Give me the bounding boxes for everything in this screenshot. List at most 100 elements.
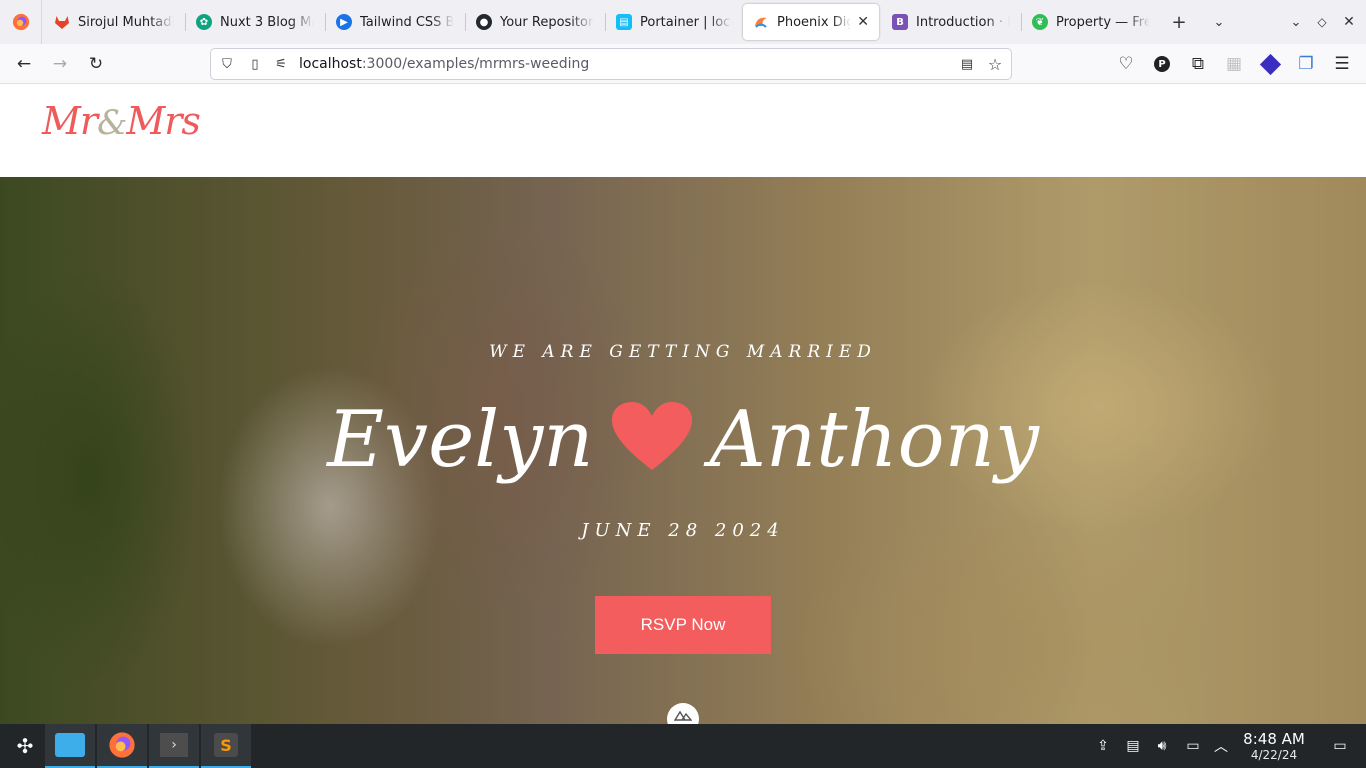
logo-ampersand: & <box>97 103 127 143</box>
taskbar-firefox[interactable] <box>97 724 147 768</box>
reload-icon: ↻ <box>88 54 104 74</box>
extension-copy-button[interactable]: ❐ <box>1292 50 1320 78</box>
shield-icon[interactable]: ⛉ <box>219 56 235 72</box>
close-tab-icon[interactable]: ✕ <box>851 14 869 30</box>
extension-layers-button[interactable] <box>1256 50 1284 78</box>
extension-grid-button[interactable]: ▦ <box>1220 50 1248 78</box>
taskbar: ✣ › S ⇪ ▤ 🔊︎ ▭ ︿ 8:48 AM 4/22/24 ▭ <box>0 724 1366 768</box>
show-desktop-icon[interactable]: ▭ <box>1331 737 1349 755</box>
puzzle-icon: ⧉ <box>1191 54 1205 74</box>
wedding-date: JUNE 28 2024 <box>581 520 785 541</box>
updates-icon[interactable]: ⇪ <box>1094 737 1112 755</box>
clipboard-icon[interactable]: ▤ <box>1124 737 1142 755</box>
reader-view-icon[interactable]: ▤ <box>959 56 975 72</box>
tab-title: Your Repositori <box>500 14 594 30</box>
extension-p-button[interactable]: P <box>1148 50 1176 78</box>
tab-title: Portainer | loca <box>640 14 732 30</box>
layers-icon <box>1259 53 1281 75</box>
permissions-icon[interactable]: ⚟ <box>273 56 289 72</box>
tab-title: Property — Fre <box>1056 14 1150 30</box>
maximize-icon: ◇ <box>1317 15 1327 29</box>
groom-name: Anthony <box>709 395 1039 485</box>
application-launcher[interactable]: ✣ <box>0 724 50 768</box>
terminal-icon: › <box>160 733 188 757</box>
grid-icon: ▦ <box>1225 54 1243 74</box>
tab-title: Introduction · B <box>916 14 1010 30</box>
tab-chatgpt[interactable]: ✿ Nuxt 3 Blog Ma <box>186 4 324 40</box>
tray-expand-icon[interactable]: ︿ <box>1212 737 1230 755</box>
url-host: localhost <box>299 56 362 72</box>
url-text[interactable]: localhost:3000/examples/mrmrs-weeding <box>299 56 589 72</box>
window-minimize-button[interactable]: ⌄ <box>1282 8 1310 36</box>
reload-button[interactable]: ↻ <box>82 50 110 78</box>
bootstrap-icon: B <box>892 14 908 30</box>
leaf-icon: ❦ <box>1032 14 1048 30</box>
tab-strip: Sirojul Muhtadi ✿ Nuxt 3 Blog Ma ▶ Tailw… <box>0 0 1366 44</box>
folder-icon <box>55 733 85 757</box>
taskbar-terminal[interactable]: › <box>149 724 199 768</box>
taskbar-sublime[interactable]: S <box>201 724 251 768</box>
extensions-button[interactable]: ⧉ <box>1184 50 1212 78</box>
clock-date: 4/22/24 <box>1250 748 1298 762</box>
tab-title: Sirojul Muhtadi <box>78 14 174 30</box>
clock[interactable]: 8:48 AM 4/22/24 <box>1236 730 1312 762</box>
firefox-icon <box>12 13 29 31</box>
window-close-button[interactable]: ✕ <box>1335 8 1363 36</box>
nuxt-icon <box>674 710 692 721</box>
clock-time: 8:48 AM <box>1243 730 1305 748</box>
tab-portainer[interactable]: ▤ Portainer | loca <box>606 4 742 40</box>
hamburger-icon: ☰ <box>1334 54 1350 74</box>
arrow-right-icon: → <box>52 54 68 74</box>
forward-button[interactable]: → <box>46 50 74 78</box>
copy-icon: ❐ <box>1298 54 1314 74</box>
play-icon: ▶ <box>336 14 352 30</box>
chevron-down-icon: ⌄ <box>1213 14 1225 30</box>
hero-subtitle: WE ARE GETTING MARRIED <box>489 342 877 362</box>
site-header: Mr&Mrs <box>0 85 1366 177</box>
plus-icon: + <box>1171 11 1187 33</box>
tab-phoenix-active[interactable]: Phoenix Digi ✕ <box>743 4 879 40</box>
pocket-button[interactable]: ♡ <box>1112 50 1140 78</box>
tab-title: Phoenix Digi <box>777 14 852 30</box>
logo-mrs: Mrs <box>126 99 201 143</box>
window-maximize-button[interactable]: ◇ <box>1308 8 1336 36</box>
minimize-icon: ⌄ <box>1290 14 1302 30</box>
menu-button[interactable]: ☰ <box>1328 50 1356 78</box>
navigation-toolbar: ← → ↻ ⛉ ▯ ⚟ localhost:3000/examples/mrmr… <box>0 44 1366 84</box>
tab-gitlab[interactable]: Sirojul Muhtadi <box>44 4 184 40</box>
github-icon: ● <box>476 14 492 30</box>
address-bar[interactable]: ⛉ ▯ ⚟ localhost:3000/examples/mrmrs-weed… <box>210 48 1012 80</box>
sublime-text-icon: S <box>214 733 238 757</box>
network-icon[interactable]: ▭ <box>1184 737 1202 755</box>
tab-github[interactable]: ● Your Repositori <box>466 4 604 40</box>
firefox-view-button[interactable] <box>0 0 42 44</box>
nuxt-devtools-button[interactable] <box>667 703 699 724</box>
tab-bootstrap[interactable]: B Introduction · B <box>882 4 1020 40</box>
site-logo[interactable]: Mr&Mrs <box>42 99 201 143</box>
phoenix-icon <box>753 14 769 30</box>
volume-icon[interactable]: 🔊︎ <box>1153 737 1171 755</box>
page-icon[interactable]: ▯ <box>247 56 263 72</box>
bookmark-star-icon[interactable]: ☆ <box>987 55 1003 74</box>
couple-names: Evelyn Anthony <box>0 395 1366 491</box>
tab-title: Tailwind CSS Bu <box>360 14 454 30</box>
close-icon: ✕ <box>1343 14 1355 30</box>
gitlab-icon <box>54 14 70 30</box>
back-button[interactable]: ← <box>10 50 38 78</box>
tab-title: Nuxt 3 Blog Ma <box>220 14 314 30</box>
taskbar-files[interactable] <box>45 724 95 768</box>
tab-property[interactable]: ❦ Property — Fre <box>1022 4 1160 40</box>
new-tab-button[interactable]: + <box>1165 8 1193 36</box>
extension-p-icon: P <box>1154 56 1170 72</box>
portainer-icon: ▤ <box>616 14 632 30</box>
url-path: :3000/examples/mrmrs-weeding <box>361 56 590 72</box>
bride-name: Evelyn <box>327 395 594 485</box>
arrow-left-icon: ← <box>16 54 32 74</box>
list-all-tabs-button[interactable]: ⌄ <box>1205 8 1233 36</box>
tab-tailwind[interactable]: ▶ Tailwind CSS Bu <box>326 4 464 40</box>
rsvp-button[interactable]: RSVP Now <box>595 596 771 654</box>
launcher-icon: ✣ <box>16 734 34 758</box>
logo-mr: Mr <box>42 99 98 143</box>
firefox-icon <box>109 732 135 758</box>
heart-icon <box>611 401 692 491</box>
